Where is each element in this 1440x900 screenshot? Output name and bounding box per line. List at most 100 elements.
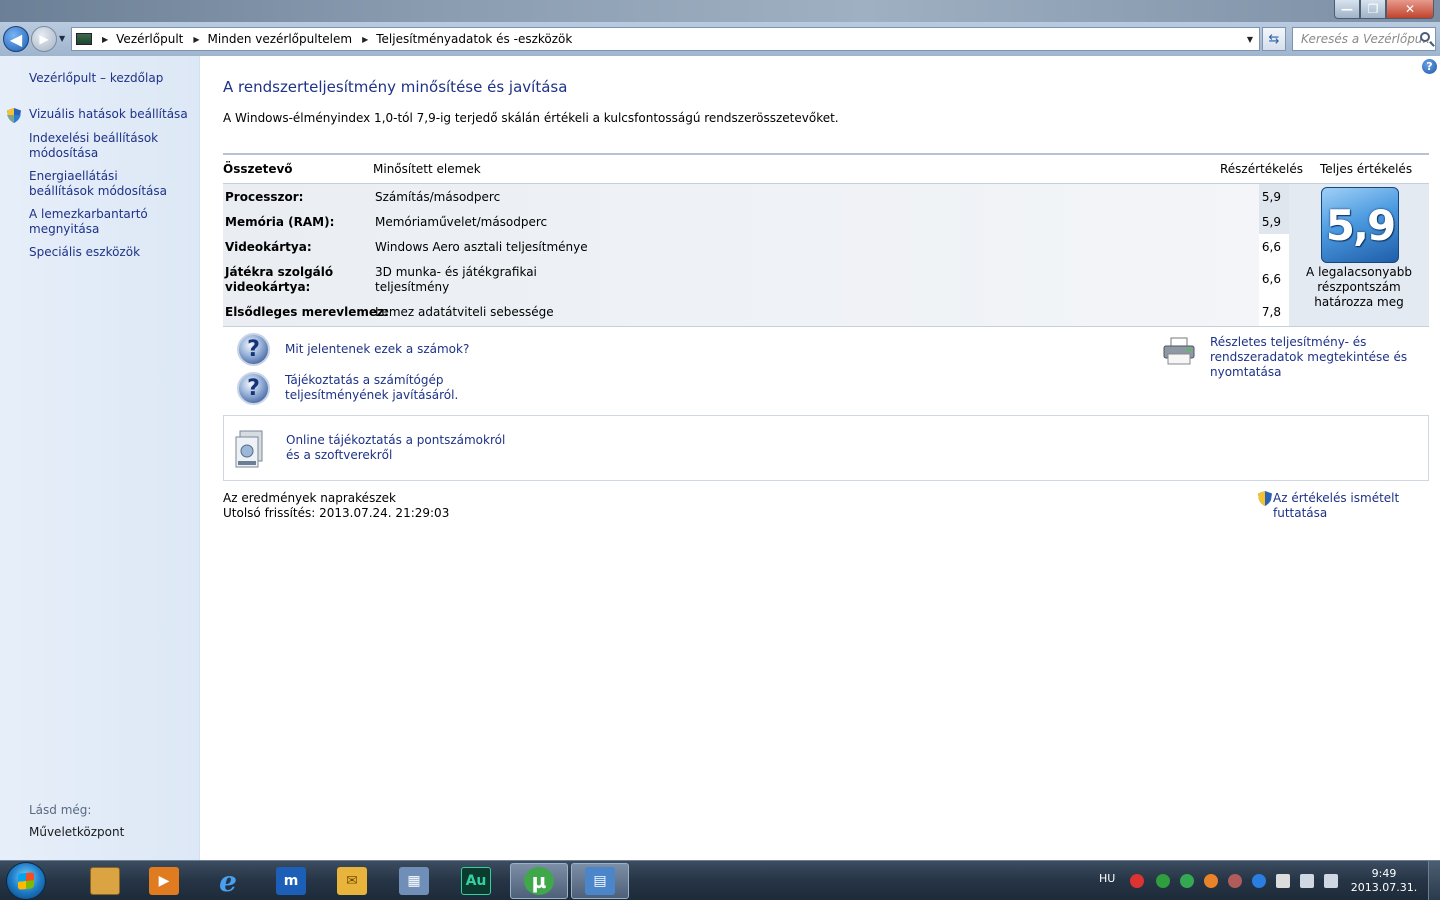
breadcrumb-separator-icon[interactable]: ▶ <box>362 35 368 44</box>
maxthon-icon: m <box>276 867 306 895</box>
internet-explorer-icon: e <box>219 864 237 898</box>
row-subscore: 6,6 <box>1261 240 1281 254</box>
sidebar-link-power[interactable]: Energiaellátási beállítások módosítása <box>29 169 179 199</box>
header-subscore: Részértékelés <box>1220 162 1304 176</box>
sidebar-link-indexing[interactable]: Indexelési beállítások módosítása <box>29 131 179 161</box>
clock[interactable]: 9:49 2013.07.31. <box>1346 867 1422 895</box>
volume-muted-icon[interactable] <box>1130 874 1144 888</box>
action-center-flag-icon[interactable] <box>1276 874 1290 888</box>
arrow-left-icon: ◀ <box>9 29 23 49</box>
taskbar-audition[interactable]: Au <box>447 863 505 899</box>
arrow-right-icon: ▶ <box>39 32 49 46</box>
sidebar-link-home[interactable]: Vezérlőpult – kezdőlap <box>29 71 163 86</box>
taskbar-control-panel[interactable]: ▤ <box>571 863 629 899</box>
question-icon: ? <box>237 372 270 405</box>
utorrent-icon: µ <box>524 867 554 895</box>
breadcrumb-control-panel[interactable]: Vezérlőpult <box>116 32 183 46</box>
row-component: Elsődleges merevlemez: <box>225 305 389 319</box>
help-button[interactable]: ? <box>1422 59 1437 74</box>
header-component: Összetevő <box>223 162 293 176</box>
header-rated-items: Minősített elemek <box>373 162 481 176</box>
sidebar-link-action-center[interactable]: Műveletközpont <box>29 825 124 840</box>
link-rerun-assessment[interactable]: Az értékelés ismételt futtatása <box>1273 491 1440 521</box>
forward-button[interactable]: ▶ <box>31 26 57 52</box>
taskbar: ▶ e m ✉ ▦ Au µ ▤ HU 9:49 2013.07.31. <box>0 860 1440 900</box>
search-input[interactable]: Keresés a Vezérlőpu... <box>1292 27 1436 51</box>
question-icon: ? <box>1426 60 1433 73</box>
status-last-update: Utolsó frissítés: 2013.07.24. 21:29:03 <box>223 506 450 520</box>
sidebar-link-advanced-tools[interactable]: Speciális eszközök <box>29 245 140 260</box>
antivirus-icon[interactable] <box>1204 874 1218 888</box>
taskbar-maxthon[interactable]: m <box>262 863 320 899</box>
page-title: A rendszerteljesítmény minősítése és jav… <box>223 78 568 96</box>
link-what-numbers-mean[interactable]: Mit jelentenek ezek a számok? <box>285 342 469 357</box>
table-divider <box>223 153 1429 155</box>
recent-pages-dropdown-icon[interactable]: ▼ <box>59 34 65 43</box>
back-button[interactable]: ◀ <box>3 26 29 52</box>
base-score-caption: A legalacsonyabb részpontszám határozza … <box>1306 265 1412 309</box>
speaker-icon[interactable] <box>1324 874 1338 888</box>
breadcrumb-all-items[interactable]: Minden vezérlőpultelem <box>208 32 353 46</box>
language-indicator[interactable]: HU <box>1099 872 1115 885</box>
base-score-panel: 5,9 A legalacsonyabb részpontszám határo… <box>1289 184 1429 326</box>
breadcrumb-performance-tools[interactable]: Teljesítményadatok és -eszközök <box>376 32 572 46</box>
page-description: A Windows-élményindex 1,0-tól 7,9-ig ter… <box>223 111 839 125</box>
window-titlebar: — ❐ ✕ <box>0 0 1440 22</box>
printer-icon <box>1163 337 1195 365</box>
row-component: Processzor: <box>225 190 304 204</box>
refresh-button[interactable]: ⇆ <box>1262 27 1286 51</box>
taskbar-internet-explorer[interactable]: e <box>199 863 257 899</box>
link-improve-performance[interactable]: Tájékoztatás a számítógép teljesítményén… <box>285 373 465 403</box>
search-placeholder: Keresés a Vezérlőpu... <box>1301 32 1434 46</box>
taskbar-utorrent[interactable]: µ <box>510 863 568 899</box>
row-rated-item: Lemez adatátviteli sebessége <box>375 305 554 319</box>
header-base-score: Teljes értékelés <box>1320 162 1413 176</box>
link-detailed-performance-print[interactable]: Részletes teljesítmény- és rendszeradato… <box>1210 335 1435 380</box>
audition-icon: Au <box>461 867 491 895</box>
row-component: Memória (RAM): <box>225 215 335 229</box>
address-dropdown-icon[interactable]: ▼ <box>1247 35 1253 44</box>
search-icon[interactable] <box>1420 32 1430 42</box>
show-desktop-button[interactable] <box>1428 861 1440 900</box>
main-content: ? A rendszerteljesítmény minősítése és j… <box>200 56 1440 860</box>
taskbar-media-player[interactable]: ▶ <box>135 863 193 899</box>
mail-icon: ✉ <box>337 867 367 895</box>
taskbar-calculator[interactable]: ▦ <box>385 863 443 899</box>
table-divider <box>223 326 1429 327</box>
calculator-icon: ▦ <box>399 867 429 895</box>
breadcrumb-separator-icon[interactable]: ▶ <box>102 35 108 44</box>
clock-time: 9:49 <box>1371 867 1397 880</box>
status-current: Az eredmények naprakészek <box>223 491 396 505</box>
refresh-icon: ⇆ <box>1268 31 1280 47</box>
minimize-button[interactable]: — <box>1334 0 1360 19</box>
sidebar-link-visual-effects[interactable]: Vizuális hatások beállítása <box>29 107 188 122</box>
sidebar-link-disk-cleanup[interactable]: A lemezkarbantartó megnyitása <box>29 207 149 237</box>
utorrent-tray-icon[interactable] <box>1180 874 1194 888</box>
question-icon: ? <box>237 333 270 366</box>
link-online-info[interactable]: Online tájékoztatás a pontszámokról és a… <box>286 433 516 463</box>
row-rated-item: Számítás/másodperc <box>375 190 501 204</box>
base-score-badge: 5,9 <box>1321 187 1399 263</box>
network-app-icon[interactable] <box>1156 874 1170 888</box>
close-button[interactable]: ✕ <box>1386 0 1434 19</box>
folder-icon <box>90 867 120 895</box>
network-icon[interactable] <box>1300 874 1314 888</box>
row-rated-item: Windows Aero asztali teljesítménye <box>375 240 588 254</box>
taskbar-mail[interactable]: ✉ <box>323 863 381 899</box>
row-component: Játékra szolgáló videokártya: <box>225 265 334 294</box>
taskbar-explorer[interactable] <box>76 863 134 899</box>
address-bar[interactable]: ▶ Vezérlőpult ▶ Minden vezérlőpultelem ▶… <box>71 27 1260 51</box>
media-player-icon: ▶ <box>149 867 179 895</box>
tools-icon[interactable] <box>1228 874 1242 888</box>
update-icon[interactable] <box>1252 874 1266 888</box>
row-subscore: 7,8 <box>1261 305 1281 319</box>
control-panel-icon <box>76 33 92 45</box>
shield-icon <box>7 108 21 123</box>
clock-date: 2013.07.31. <box>1350 881 1418 894</box>
row-subscore: 5,9 <box>1261 215 1281 229</box>
status-text: Az eredmények naprakészek Utolsó frissít… <box>223 491 449 521</box>
breadcrumb-separator-icon[interactable]: ▶ <box>193 35 199 44</box>
start-button[interactable] <box>6 862 46 900</box>
see-also-heading: Lásd még: <box>29 803 92 817</box>
maximize-button[interactable]: ❐ <box>1360 0 1386 19</box>
